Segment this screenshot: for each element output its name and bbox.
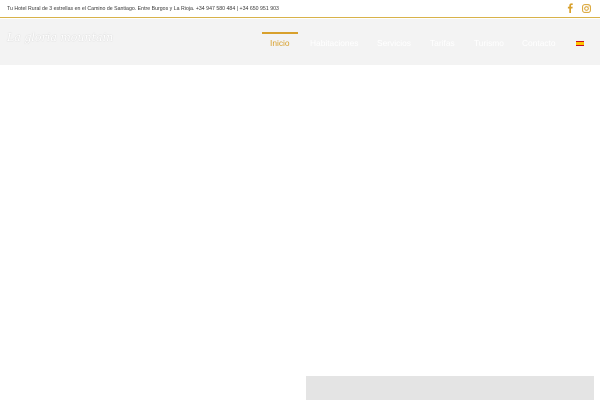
nav-item-inicio[interactable]: Inicio [270, 38, 290, 48]
instagram-icon[interactable] [581, 2, 591, 14]
site-logo[interactable]: La gloria mountain [7, 31, 113, 44]
top-bar: Tu Hotel Rural de 3 estrellas en el Cami… [0, 0, 600, 18]
nav-item-servicios[interactable]: Servicios [377, 38, 411, 48]
main-header: La gloria mountain Inicio Habitaciones S… [0, 19, 600, 65]
hotel-info-text: Tu Hotel Rural de 3 estrellas en el Cami… [7, 6, 279, 12]
active-nav-indicator [262, 32, 298, 34]
spain-flag-icon[interactable] [576, 41, 584, 46]
nav-item-turismo[interactable]: Turismo [474, 38, 504, 48]
nav-item-contacto[interactable]: Contacto [522, 38, 556, 48]
nav-item-tarifas[interactable]: Tarifas [430, 38, 455, 48]
content-placeholder-block [306, 376, 594, 400]
facebook-icon[interactable] [566, 2, 574, 14]
nav-item-habitaciones[interactable]: Habitaciones [310, 38, 358, 48]
